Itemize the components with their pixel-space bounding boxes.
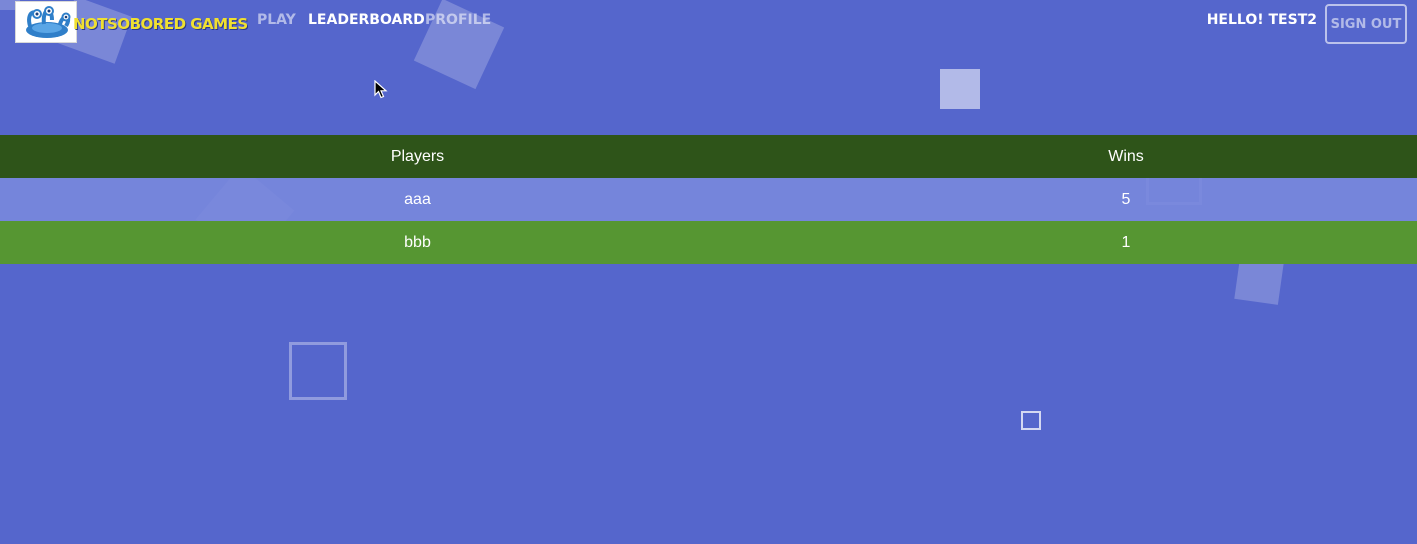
table-row: bbb 1 xyxy=(0,221,1417,264)
decorative-square xyxy=(1021,411,1041,430)
player-name-cell: aaa xyxy=(404,190,431,208)
brand-name[interactable]: NOTSOBORED GAMES xyxy=(73,15,248,33)
sign-out-button[interactable]: SIGN OUT xyxy=(1325,4,1407,44)
user-greeting: HELLO! TEST2 xyxy=(1206,12,1317,28)
leaderboard-page: NOTSOBORED GAMES PLAY LEADERBOARD PROFIL… xyxy=(0,0,1417,544)
nav-play-link[interactable]: PLAY xyxy=(257,12,296,28)
wins-cell: 1 xyxy=(1121,233,1131,251)
player-name-cell: bbb xyxy=(404,233,431,251)
top-navbar: NOTSOBORED GAMES PLAY LEADERBOARD PROFIL… xyxy=(0,0,1417,46)
table-header-row: Players Wins xyxy=(0,135,1417,178)
table-row: aaa 5 xyxy=(0,178,1417,221)
decorative-square xyxy=(940,69,980,109)
players-column-header: Players xyxy=(390,147,445,165)
decorative-square xyxy=(289,342,347,400)
nav-profile-link[interactable]: PROFILE xyxy=(425,12,491,28)
leaderboard-table: Players Wins aaa 5 bbb 1 xyxy=(0,135,1417,264)
wins-cell: 5 xyxy=(1121,190,1131,208)
decorative-square xyxy=(1234,257,1284,305)
wins-column-header: Wins xyxy=(1108,147,1144,165)
brand-logo[interactable] xyxy=(15,1,77,43)
nav-leaderboard-link[interactable]: LEADERBOARD xyxy=(308,12,425,28)
mouse-cursor-icon xyxy=(374,80,388,99)
blob-monster-logo-icon xyxy=(26,6,71,38)
